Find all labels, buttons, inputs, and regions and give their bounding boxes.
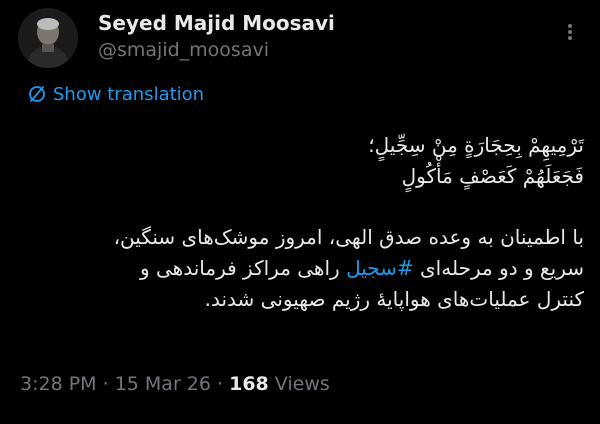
- body-text: سریع و دو مرحله‌ای: [413, 256, 584, 280]
- body-line: کنترل عملیات‌های هوا‌پایهٔ رژیم صهیونی ش…: [204, 287, 584, 311]
- verse-line: تَرْمِيهِمْ بِحِجَارَةٍ مِنْ سِجِّيلٍ؛: [368, 133, 584, 157]
- views-label: Views: [268, 373, 330, 395]
- verse-paragraph: تَرْمِيهِمْ بِحِجَارَةٍ مِنْ سِجِّيلٍ؛ ف…: [20, 130, 584, 192]
- tweet-header: Seyed Majid Moosavi @smajid_moosavi: [0, 0, 600, 80]
- body-line: با اطمینان به وعده صدق الهی، امروز موشک‌…: [113, 225, 584, 249]
- tweet-meta: 3:28 PM · 15 Mar 26 · 168 Views: [20, 373, 330, 395]
- user-name[interactable]: Seyed Majid Moosavi: [98, 11, 335, 35]
- show-translation-label: Show translation: [53, 83, 205, 105]
- body-paragraph: با اطمینان به وعده صدق الهی، امروز موشک‌…: [20, 222, 584, 315]
- tweet-date[interactable]: 15 Mar 26: [115, 373, 211, 395]
- views-count[interactable]: 168: [229, 373, 269, 395]
- more-dot: [568, 24, 572, 28]
- more-vertical-icon[interactable]: [560, 22, 580, 42]
- meta-separator: ·: [96, 373, 115, 395]
- hashtag-link[interactable]: #سجیل: [346, 256, 414, 280]
- verse-line: فَجَعَلَهُمْ كَعَصْفٍ مَأْكُولٍ: [401, 164, 584, 188]
- avatar[interactable]: [18, 8, 78, 68]
- more-dot: [568, 36, 572, 40]
- tweet-text: تَرْمِيهِمْ بِحِجَارَةٍ مِنْ سِجِّيلٍ؛ ف…: [20, 130, 584, 315]
- show-translation-link[interactable]: Show translation: [27, 82, 204, 106]
- tweet-time[interactable]: 3:28 PM: [20, 373, 97, 395]
- user-handle[interactable]: @smajid_moosavi: [98, 39, 269, 61]
- translate-icon: [29, 86, 45, 102]
- body-line: سریع و دو مرحله‌ای #سجیل راهی مراکز فرما…: [20, 253, 584, 284]
- body-text: راهی مراکز فرماندهی و: [139, 256, 347, 280]
- avatar-image: [18, 8, 78, 68]
- more-dot: [568, 30, 572, 34]
- meta-separator: ·: [210, 373, 230, 395]
